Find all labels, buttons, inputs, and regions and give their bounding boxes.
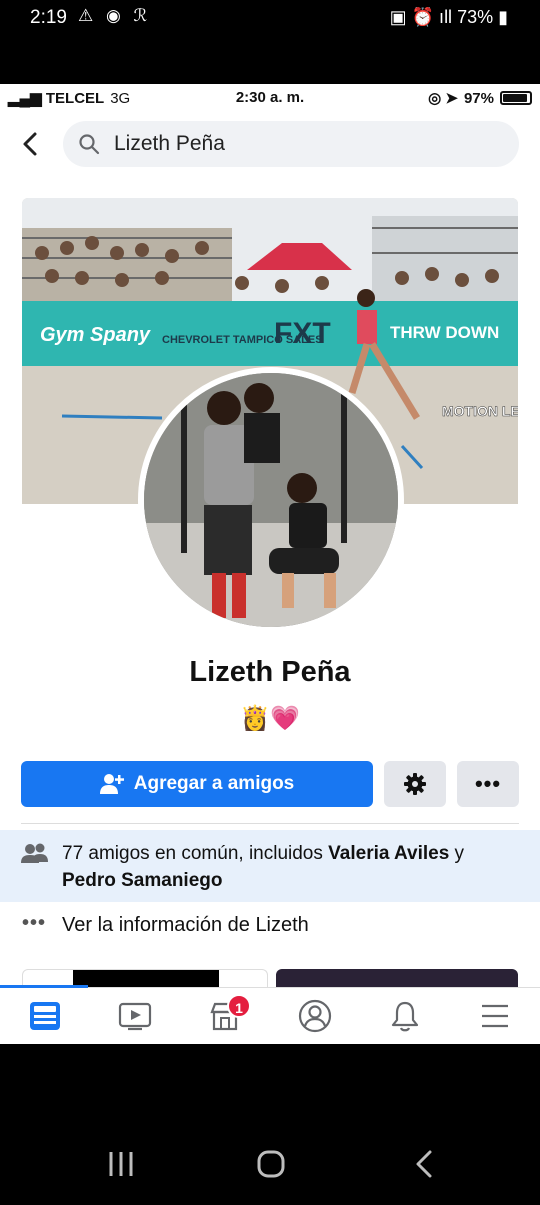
more-dots-icon: ••• (474, 771, 502, 796)
see-info-label: Ver la información de Lizeth (62, 914, 309, 936)
photos-preview (22, 969, 518, 989)
android-nav-icons (109, 1150, 432, 1178)
location-icon: ◎ ➤ (428, 90, 458, 107)
video-play-icon (118, 1002, 152, 1031)
profile-avatar[interactable] (138, 367, 404, 633)
inner-battery: ◎ ➤ 97% (428, 89, 532, 107)
device-time: 2:19 (30, 7, 67, 28)
section-divider (21, 823, 519, 824)
search-header: Lizeth Peña (0, 121, 540, 167)
screenshot-screen: ▂▄▆ TELCEL 3G 2:30 a. m. ◎ ➤ 97% Lizeth P… (0, 84, 540, 1044)
banner-text-1: Gym Spany (40, 324, 151, 346)
gear-icon (404, 773, 426, 795)
device-battery-text: ▣ ⏰ ıll 73% ▮ (389, 7, 508, 27)
friends-icon (21, 843, 48, 863)
feed-icon (30, 1002, 60, 1030)
android-navigation-bar (0, 1130, 540, 1200)
tab-home-feed[interactable] (25, 996, 65, 1036)
banner-text-3: FXT (274, 317, 331, 350)
more-dots-icon: ••• (22, 912, 47, 934)
tab-notifications[interactable] (385, 996, 425, 1036)
back-button[interactable] (18, 129, 44, 159)
tab-profile[interactable] (295, 996, 335, 1036)
bottom-tab-bar: 1 (0, 985, 540, 1044)
inner-status-bar: ▂▄▆ TELCEL 3G 2:30 a. m. ◎ ➤ 97% (0, 84, 540, 112)
search-input[interactable]: Lizeth Peña (63, 121, 519, 167)
add-friend-label: Agregar a amigos (133, 773, 295, 794)
profile-name: Lizeth Peña (189, 656, 351, 688)
profile-circle-icon (298, 999, 332, 1033)
banner-text-5: MOTION LESS (442, 403, 518, 419)
mutual-friend-link-1[interactable]: Valeria Aviles (328, 843, 449, 864)
mutual-friends-row[interactable]: 77 amigos en común, incluidos Valeria Av… (0, 830, 540, 902)
search-query: Lizeth Peña (114, 132, 225, 155)
avatar-image (144, 373, 398, 627)
notification-icons: ⚠ ◉ ℛ (78, 6, 152, 25)
device-status-bar: 2:19 ⚠ ◉ ℛ ▣ ⏰ ıll 73% ▮ (0, 0, 540, 36)
settings-button[interactable] (384, 761, 446, 807)
profile-actions: Agregar a amigos ••• (21, 761, 519, 807)
active-tab-indicator (0, 985, 88, 988)
search-icon (79, 134, 100, 155)
marketplace-badge: 1 (227, 994, 251, 1018)
mutual-friends-text: 77 amigos en común, incluidos Valeria Av… (62, 843, 465, 891)
mutual-friend-link-2[interactable]: Pedro Samaniego (62, 870, 223, 891)
add-friend-button[interactable]: Agregar a amigos (21, 761, 373, 807)
hamburger-menu-icon (482, 1004, 508, 1028)
see-info-row[interactable]: ••• Ver la información de Lizeth (0, 910, 540, 946)
tab-watch[interactable] (115, 996, 155, 1036)
profile-bio-emojis: 👸💗 (240, 705, 300, 732)
chevron-left-icon (23, 132, 37, 156)
bell-icon (391, 1001, 419, 1032)
add-person-icon (99, 774, 124, 794)
banner-text-4: THRW DOWN (390, 323, 499, 342)
more-options-button[interactable]: ••• (457, 761, 519, 807)
battery-icon (500, 91, 532, 105)
photo-thumb[interactable] (276, 969, 518, 989)
signal-icon: ▣ ⏰ ıll (389, 7, 458, 27)
tab-menu[interactable] (475, 996, 515, 1036)
